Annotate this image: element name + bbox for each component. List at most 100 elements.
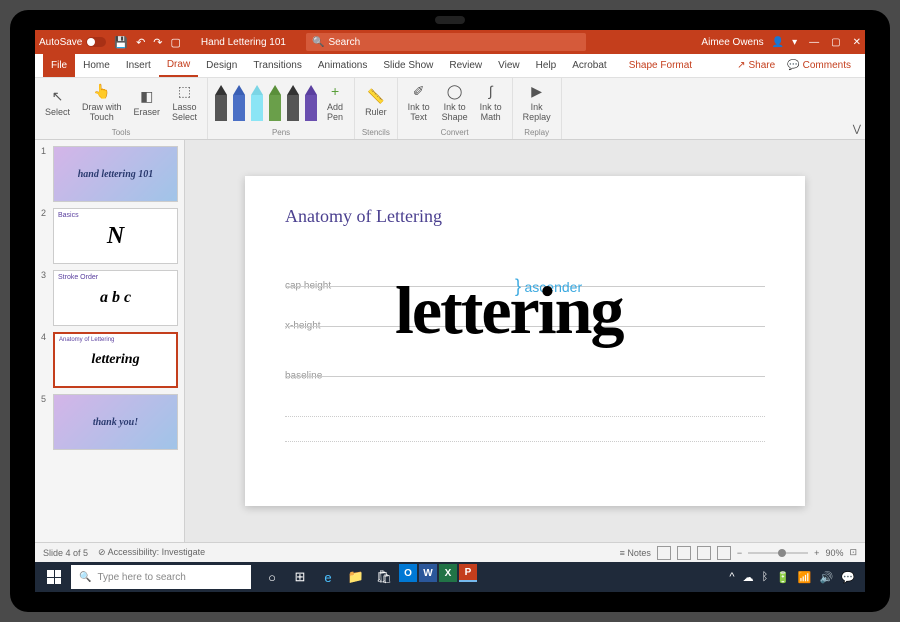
ruler-button[interactable]: 📏Ruler: [361, 86, 391, 120]
replay-icon: ▶: [528, 83, 546, 101]
tab-view[interactable]: View: [490, 54, 528, 77]
tab-design[interactable]: Design: [198, 54, 245, 77]
thumb-3[interactable]: 3 Stroke Ordera b c: [41, 270, 178, 326]
search-icon: 🔍: [79, 572, 91, 583]
thumbnail-panel[interactable]: 1 hand lettering 101 2 BasicsN 3 Stroke …: [35, 140, 185, 542]
bluetooth-icon[interactable]: ᛒ: [762, 571, 769, 583]
reading-view-icon[interactable]: [697, 546, 711, 560]
toggle-switch[interactable]: [86, 37, 106, 47]
add-pen-button[interactable]: +Add Pen: [322, 81, 348, 125]
ribbon-options-icon[interactable]: ▾: [792, 37, 797, 48]
pen-1[interactable]: [215, 85, 227, 121]
tab-acrobat[interactable]: Acrobat: [564, 54, 614, 77]
zoom-in-button[interactable]: +: [814, 548, 819, 558]
search-box[interactable]: 🔍 Search: [306, 33, 586, 51]
autosave-toggle[interactable]: AutoSave: [39, 37, 106, 48]
tab-animations[interactable]: Animations: [310, 54, 375, 77]
collapse-ribbon-button[interactable]: ⋁: [849, 120, 865, 139]
save-icon[interactable]: 💾: [114, 36, 128, 49]
thumb-slide-4[interactable]: Anatomy of Letteringlettering: [53, 332, 178, 388]
search-icon: 🔍: [312, 37, 324, 48]
notes-button[interactable]: ≡ Notes: [620, 548, 651, 558]
fit-window-button[interactable]: ⊡: [849, 547, 857, 558]
action-center-icon[interactable]: 💬: [841, 571, 855, 584]
minimize-icon[interactable]: —: [809, 37, 819, 48]
thumb-1[interactable]: 1 hand lettering 101: [41, 146, 178, 202]
cortana-icon[interactable]: ○: [259, 564, 285, 590]
undo-icon[interactable]: ↶: [136, 36, 145, 49]
workspace: 1 hand lettering 101 2 BasicsN 3 Stroke …: [35, 140, 865, 542]
ink-shape-button[interactable]: ◯Ink to Shape: [438, 81, 472, 125]
tab-file[interactable]: File: [43, 54, 75, 77]
share-button[interactable]: ↗Share: [731, 60, 781, 71]
select-button[interactable]: ↖Select: [41, 86, 74, 120]
excel-icon[interactable]: X: [439, 564, 457, 582]
slide-count[interactable]: Slide 4 of 5: [43, 548, 88, 558]
lasso-button[interactable]: ⬚Lasso Select: [168, 81, 201, 125]
edge-icon[interactable]: e: [315, 564, 341, 590]
sorter-view-icon[interactable]: [677, 546, 691, 560]
thumb-4[interactable]: 4 Anatomy of Letteringlettering: [41, 332, 178, 388]
thumb-5[interactable]: 5 thank you!: [41, 394, 178, 450]
tab-home[interactable]: Home: [75, 54, 118, 77]
tab-shape-format[interactable]: Shape Format: [621, 54, 700, 77]
tab-slideshow[interactable]: Slide Show: [375, 54, 441, 77]
zoom-level[interactable]: 90%: [825, 548, 843, 558]
touch-icon: 👆: [93, 83, 111, 101]
zoom-out-button[interactable]: −: [737, 548, 742, 558]
draw-touch-button[interactable]: 👆Draw with Touch: [78, 81, 126, 125]
cursor-icon: ↖: [49, 88, 67, 106]
tab-help[interactable]: Help: [528, 54, 565, 77]
user-avatar-icon[interactable]: 👤: [772, 37, 784, 48]
present-icon[interactable]: ▢: [171, 36, 181, 49]
normal-view-icon[interactable]: [657, 546, 671, 560]
ink-replay-button[interactable]: ▶Ink Replay: [519, 81, 555, 125]
close-icon[interactable]: ✕: [853, 37, 861, 48]
group-convert: ✐Ink to Text ◯Ink to Shape ∫Ink to Math …: [398, 78, 513, 139]
battery-icon[interactable]: 🔋: [776, 571, 790, 584]
pen-3[interactable]: [251, 85, 263, 121]
volume-icon[interactable]: 🔊: [820, 571, 834, 584]
pen-6[interactable]: [305, 85, 317, 121]
user-name[interactable]: Aimee Owens: [701, 37, 763, 48]
tab-insert[interactable]: Insert: [118, 54, 159, 77]
thumb-slide-5[interactable]: thank you!: [53, 394, 178, 450]
chevron-up-icon[interactable]: ^: [729, 571, 734, 583]
canvas-area[interactable]: Anatomy of Lettering cap height x-height…: [185, 140, 865, 542]
powerpoint-icon[interactable]: P: [459, 564, 477, 582]
status-bar: Slide 4 of 5 ⊘ Accessibility: Investigat…: [35, 542, 865, 562]
outlook-icon[interactable]: O: [399, 564, 417, 582]
maximize-icon[interactable]: ▢: [831, 37, 840, 48]
slideshow-view-icon[interactable]: [717, 546, 731, 560]
lasso-icon: ⬚: [176, 83, 194, 101]
pen-4[interactable]: [269, 85, 281, 121]
comments-button[interactable]: 💬Comments: [781, 60, 857, 71]
pen-5[interactable]: [287, 85, 299, 121]
thumb-slide-1[interactable]: hand lettering 101: [53, 146, 178, 202]
store-icon[interactable]: 🛍: [371, 564, 397, 590]
wifi-icon[interactable]: 📶: [798, 571, 812, 584]
eraser-button[interactable]: ◧Eraser: [130, 86, 165, 120]
tab-transitions[interactable]: Transitions: [245, 54, 310, 77]
thumb-2[interactable]: 2 BasicsN: [41, 208, 178, 264]
pen-2[interactable]: [233, 85, 245, 121]
task-view-icon[interactable]: ⊞: [287, 564, 313, 590]
thumb-slide-2[interactable]: BasicsN: [53, 208, 178, 264]
tab-review[interactable]: Review: [441, 54, 490, 77]
onedrive-icon[interactable]: ☁: [743, 571, 754, 584]
explorer-icon[interactable]: 📁: [343, 564, 369, 590]
thumb-slide-3[interactable]: Stroke Ordera b c: [53, 270, 178, 326]
start-button[interactable]: [39, 564, 69, 590]
descender-line-2: [285, 441, 765, 442]
slide-canvas[interactable]: Anatomy of Lettering cap height x-height…: [245, 176, 805, 506]
word-icon[interactable]: W: [419, 564, 437, 582]
redo-icon[interactable]: ↷: [153, 36, 162, 49]
device-camera: [435, 16, 465, 24]
ink-text-button[interactable]: ✐Ink to Text: [404, 81, 434, 125]
tab-draw[interactable]: Draw: [159, 54, 198, 77]
zoom-slider[interactable]: [748, 552, 808, 554]
group-tools: ↖Select 👆Draw with Touch ◧Eraser ⬚Lasso …: [35, 78, 208, 139]
ink-math-button[interactable]: ∫Ink to Math: [476, 81, 506, 125]
accessibility-status[interactable]: ⊘ Accessibility: Investigate: [98, 547, 205, 558]
taskbar-search[interactable]: 🔍 Type here to search: [71, 565, 251, 589]
